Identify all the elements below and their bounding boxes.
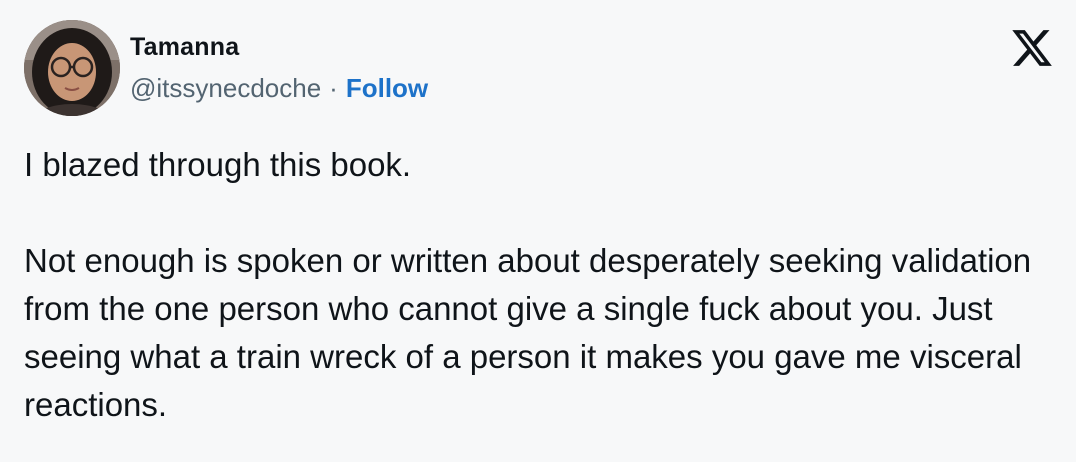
- author-block: Tamanna @itssynecdoche · Follow: [130, 32, 428, 104]
- tweet-text: I blazed through this book. Not enough i…: [24, 141, 1054, 429]
- author-handle[interactable]: @itssynecdoche: [130, 73, 321, 103]
- follow-button[interactable]: Follow: [346, 73, 428, 103]
- tweet-paragraph: Not enough is spoken or written about de…: [24, 242, 1032, 423]
- tweet-paragraph: I blazed through this book.: [24, 146, 412, 183]
- author-name[interactable]: Tamanna: [130, 32, 428, 62]
- tweet-card: Tamanna @itssynecdoche · Follow I blazed t…: [0, 0, 1076, 462]
- x-logo-icon[interactable]: [1010, 26, 1054, 70]
- handle-row: @itssynecdoche · Follow: [130, 72, 428, 104]
- separator-dot: ·: [329, 73, 338, 103]
- avatar[interactable]: [24, 20, 120, 116]
- avatar-image: [24, 20, 120, 116]
